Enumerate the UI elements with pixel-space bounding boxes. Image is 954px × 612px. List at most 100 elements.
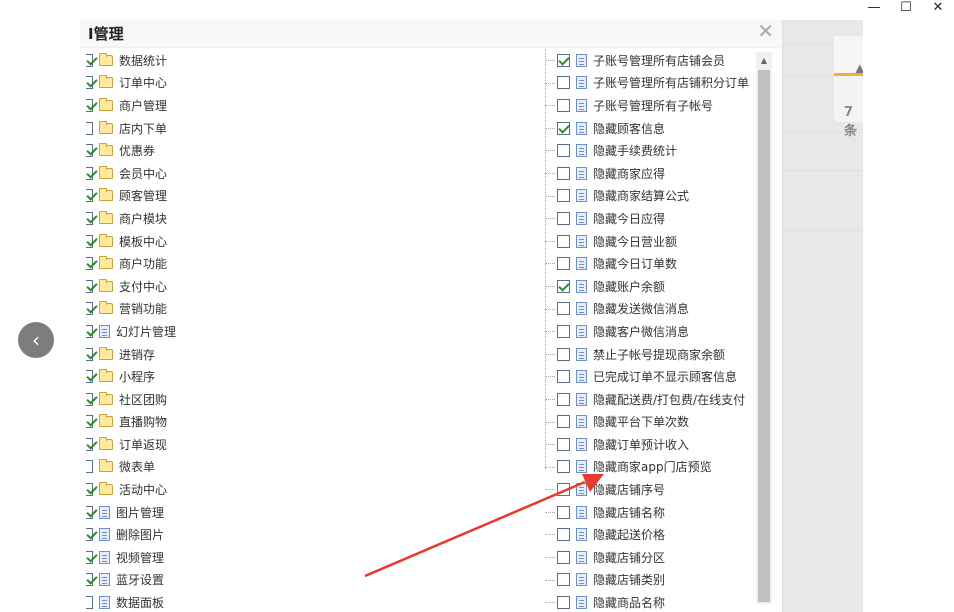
tree-item[interactable]: 隐藏发送微信消息 [543,298,763,321]
tree-item[interactable]: 子账号管理所有店铺会员 [543,49,763,72]
scroll-thumb[interactable] [758,70,770,602]
tree-item[interactable]: 图片管理 [86,501,528,524]
tree-item[interactable]: 子账号管理所有店铺积分订单 [543,72,763,95]
tree-item[interactable]: 隐藏商家结算公式 [543,185,763,208]
checkbox-checked[interactable] [86,98,93,112]
checkbox-unchecked[interactable] [557,370,570,384]
tree-item[interactable]: 子账号管理所有子帐号 [543,94,763,117]
checkbox-checked[interactable] [86,324,93,338]
checkbox-checked[interactable] [86,234,93,248]
checkbox-checked[interactable] [557,121,570,135]
tree-item[interactable]: 订单中心 [86,72,528,95]
checkbox-unchecked[interactable] [557,596,570,610]
tree-item[interactable]: 小程序 [86,365,528,388]
checkbox-unchecked[interactable] [557,347,570,361]
checkbox-checked[interactable] [557,53,570,67]
checkbox-checked[interactable] [86,211,93,225]
tree-item[interactable]: 营销功能 [86,298,528,321]
tree-item[interactable]: 微表单 [86,456,528,479]
checkbox-unchecked[interactable] [557,528,570,542]
checkbox-checked[interactable] [86,550,93,564]
scrollbar[interactable]: ▲ [756,52,772,604]
checkbox-unchecked[interactable] [557,505,570,519]
checkbox-checked[interactable] [86,189,93,203]
checkbox-checked[interactable] [86,528,93,542]
checkbox-checked[interactable] [86,347,93,361]
tree-item[interactable]: 隐藏今日应得 [543,207,763,230]
tree-item[interactable]: 隐藏商家应得 [543,162,763,185]
checkbox-unchecked[interactable] [557,189,570,203]
tree-item[interactable]: 隐藏客户微信消息 [543,320,763,343]
tree-item[interactable]: 商户模块 [86,207,528,230]
checkbox-unchecked[interactable] [557,392,570,406]
tree-item[interactable]: 蓝牙设置 [86,569,528,592]
tree-item[interactable]: 商户管理 [86,94,528,117]
checkbox-unchecked[interactable] [557,144,570,158]
tree-item[interactable]: 隐藏店铺类别 [543,569,763,592]
checkbox-unchecked[interactable] [557,76,570,90]
tree-item[interactable]: 禁止子帐号提现商家余额 [543,343,763,366]
tree-item[interactable]: 隐藏订单预计收入 [543,433,763,456]
checkbox-checked[interactable] [86,573,93,587]
tree-item[interactable]: 支付中心 [86,275,528,298]
checkbox-unchecked[interactable] [557,573,570,587]
checkbox-checked[interactable] [557,279,570,293]
checkbox-unchecked[interactable] [557,302,570,316]
close-icon[interactable]: ✕ [757,20,774,42]
tree-item[interactable]: 模板中心 [86,230,528,253]
tree-item[interactable]: 隐藏起送价格 [543,523,763,546]
tree-item[interactable]: 优惠券 [86,139,528,162]
close-window-button[interactable]: ✕ [922,0,954,16]
checkbox-checked[interactable] [86,437,93,451]
checkbox-unchecked[interactable] [557,460,570,474]
checkbox-unchecked[interactable] [557,483,570,497]
checkbox-unchecked[interactable] [86,596,93,610]
checkbox-unchecked[interactable] [557,98,570,112]
tree-item[interactable]: 隐藏店铺名称 [543,501,763,524]
tree-item[interactable]: 顾客管理 [86,185,528,208]
tree-item[interactable]: 删除图片 [86,523,528,546]
tree-item[interactable]: 已完成订单不显示顾客信息 [543,365,763,388]
tree-item[interactable]: 幻灯片管理 [86,320,528,343]
scroll-up-arrow-icon[interactable]: ▲ [756,52,772,68]
checkbox-checked[interactable] [86,483,93,497]
tree-item[interactable]: 隐藏平台下单次数 [543,411,763,434]
tree-item[interactable]: 订单返现 [86,433,528,456]
maximize-button[interactable]: ☐ [890,0,922,16]
tree-item[interactable]: 隐藏店铺分区 [543,546,763,569]
checkbox-checked[interactable] [86,415,93,429]
tree-item[interactable]: 进销存 [86,343,528,366]
tree-item[interactable]: 隐藏商家app门店预览 [543,456,763,479]
tree-item[interactable]: 店内下单 [86,117,528,140]
tree-item[interactable]: 视频管理 [86,546,528,569]
checkbox-checked[interactable] [86,302,93,316]
checkbox-unchecked[interactable] [557,415,570,429]
checkbox-unchecked[interactable] [557,166,570,180]
tree-item[interactable]: 数据统计 [86,49,528,72]
checkbox-checked[interactable] [86,279,93,293]
tree-item[interactable]: 社区团购 [86,388,528,411]
tree-item[interactable]: 隐藏账户余额 [543,275,763,298]
checkbox-checked[interactable] [86,392,93,406]
tree-item[interactable]: 隐藏顾客信息 [543,117,763,140]
tree-item[interactable]: 隐藏配送费/打包费/在线支付 [543,388,763,411]
checkbox-checked[interactable] [86,505,93,519]
checkbox-unchecked[interactable] [557,324,570,338]
tree-item[interactable]: 商户功能 [86,252,528,275]
tree-item[interactable]: 隐藏手续费统计 [543,139,763,162]
tree-item[interactable]: 直播购物 [86,411,528,434]
tree-item[interactable]: 数据面板 [86,591,528,612]
minimize-button[interactable]: — [858,0,890,16]
checkbox-unchecked[interactable] [557,437,570,451]
tree-item[interactable]: 隐藏今日订单数 [543,252,763,275]
checkbox-unchecked[interactable] [557,211,570,225]
checkbox-checked[interactable] [86,76,93,90]
checkbox-checked[interactable] [86,257,93,271]
checkbox-unchecked[interactable] [557,234,570,248]
checkbox-unchecked[interactable] [557,257,570,271]
checkbox-unchecked[interactable] [86,460,93,474]
tree-item[interactable]: 隐藏商品名称 [543,591,763,612]
tree-item[interactable]: 活动中心 [86,478,528,501]
checkbox-checked[interactable] [86,53,93,67]
previous-button[interactable]: ‹ [18,322,54,358]
